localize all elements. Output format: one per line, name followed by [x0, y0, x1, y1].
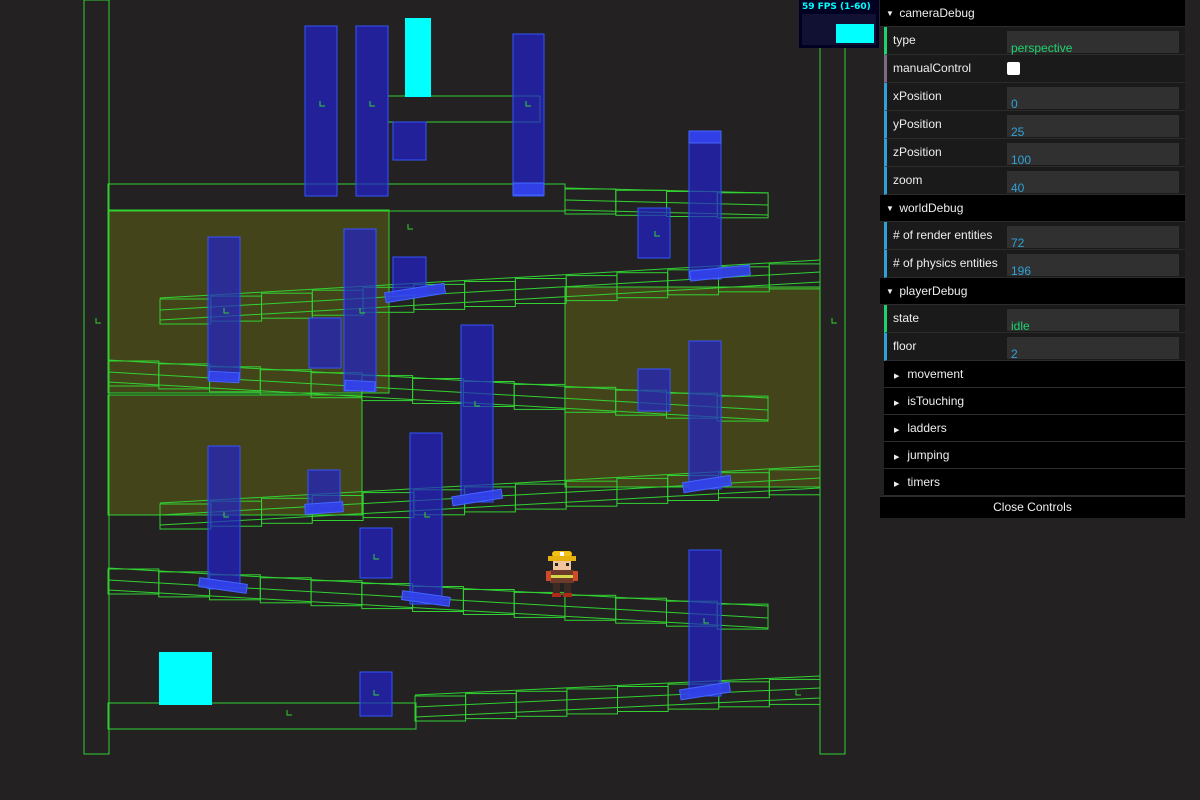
subfolder-is-touching[interactable]: ▶ isTouching [884, 388, 1185, 415]
fps-bar [836, 24, 874, 43]
triangle-right-icon: ▶ [894, 373, 900, 380]
subfolder-movement[interactable]: ▶ movement [884, 361, 1185, 388]
fps-stats-panel[interactable]: 59 FPS (1-60) [799, 0, 879, 48]
state-input[interactable]: idle [1007, 309, 1179, 333]
render-entities-input[interactable]: 72 [1007, 226, 1179, 250]
state-row: state idle [884, 305, 1185, 333]
state-label: state [893, 311, 920, 325]
subfolder-is-touching-title: isTouching [907, 394, 965, 408]
render-entities-label: # of render entities [893, 228, 993, 242]
ramp-segment [514, 278, 567, 304]
ramp-segment [464, 281, 516, 307]
subfolder-jumping-title: jumping [907, 448, 950, 462]
folder-camera-debug[interactable]: ▼ cameraDebug [880, 0, 1185, 27]
ramp-segment [414, 695, 467, 722]
zoom-label: zoom [893, 173, 923, 187]
player-character[interactable] [546, 551, 578, 597]
triangle-down-icon: ▼ [886, 203, 894, 213]
x-position-input[interactable]: 0 [1007, 87, 1179, 111]
ramp-segment [566, 688, 619, 715]
triangle-right-icon: ▶ [894, 400, 900, 407]
folder-world-debug[interactable]: ▼ worldDebug [880, 195, 1185, 222]
y-position-row: yPosition 25 [884, 111, 1185, 139]
folder-camera-debug-title: cameraDebug [899, 6, 975, 20]
triangle-down-icon: ▼ [886, 8, 894, 18]
subfolder-jumping[interactable]: ▶ jumping [884, 442, 1185, 469]
camera-type-label: type [893, 33, 916, 47]
physics-entities-input[interactable]: 196 [1007, 254, 1179, 278]
ramp-segment [768, 263, 821, 290]
physics-entities-label: # of physics entities [893, 256, 998, 270]
subfolder-movement-title: movement [907, 367, 964, 381]
ramp-segment [514, 483, 567, 510]
subfolder-ladders[interactable]: ▶ ladders [884, 415, 1185, 442]
y-position-label: yPosition [893, 117, 942, 131]
camera-type-input[interactable]: perspective [1007, 31, 1179, 55]
fps-readout: 59 FPS (1-60) [802, 2, 871, 12]
manual-control-checkbox[interactable] [1007, 62, 1020, 75]
x-position-label: xPosition [893, 89, 942, 103]
z-position-input[interactable]: 100 [1007, 143, 1179, 167]
triangle-right-icon: ▶ [894, 454, 900, 461]
floor-input[interactable]: 2 [1007, 337, 1179, 361]
ramp-segment [515, 690, 568, 717]
folder-player-debug-title: playerDebug [899, 284, 968, 298]
fps-graph [802, 14, 876, 45]
camera-type-row: type perspective [884, 27, 1185, 55]
floor-label: floor [893, 339, 917, 353]
floor-row: floor 2 [884, 333, 1185, 361]
z-position-row: zPosition 100 [884, 139, 1185, 167]
ramp-segment [768, 678, 821, 705]
subfolder-ladders-title: ladders [907, 421, 947, 435]
debug-gui-panel: ▼ cameraDebug type perspective manualCon… [880, 0, 1185, 518]
folder-player-debug[interactable]: ▼ playerDebug [880, 278, 1185, 305]
subfolder-timers[interactable]: ▶ timers [884, 469, 1185, 496]
manual-control-row: manualControl [884, 55, 1185, 83]
manual-control-label: manualControl [893, 61, 972, 75]
ramp-segment [362, 492, 415, 519]
zoom-row: zoom 40 [884, 167, 1185, 195]
subfolder-timers-title: timers [907, 475, 941, 489]
y-position-input[interactable]: 25 [1007, 115, 1179, 139]
triangle-right-icon: ▶ [894, 481, 900, 488]
ramp-segment [617, 686, 669, 712]
render-entities-row: # of render entities 72 [884, 222, 1185, 250]
x-position-row: xPosition 0 [884, 83, 1185, 111]
triangle-down-icon: ▼ [886, 286, 894, 296]
zoom-input[interactable]: 40 [1007, 171, 1179, 195]
folder-world-debug-title: worldDebug [899, 201, 964, 215]
triangle-right-icon: ▶ [894, 427, 900, 434]
close-controls-button[interactable]: Close Controls [880, 496, 1185, 518]
ramp-segment [465, 693, 517, 720]
physics-entities-row: # of physics entities 196 [884, 250, 1185, 278]
z-position-label: zPosition [893, 145, 942, 159]
